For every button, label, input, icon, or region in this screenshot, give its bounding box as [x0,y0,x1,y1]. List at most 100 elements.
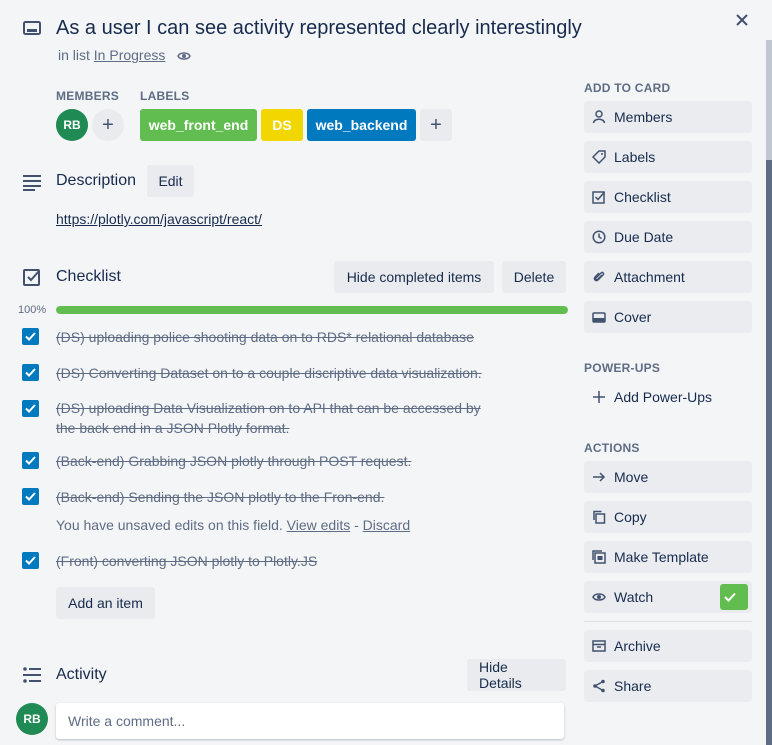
list-info: in list In Progress [58,47,192,63]
add-member-button[interactable]: + [92,109,124,141]
attachment-button[interactable]: Attachment [584,261,752,293]
due-date-button[interactable]: Due Date [584,221,752,253]
archive-icon [592,640,606,652]
activity-icon [23,667,41,683]
copy-button[interactable]: Copy [584,501,752,533]
checkbox[interactable] [22,400,39,417]
edit-description-button[interactable]: Edit [147,165,194,197]
actions-heading: ACTIONS [584,441,640,455]
add-power-ups-label: Add Power-Ups [614,389,713,405]
move-button[interactable]: Move [584,461,752,493]
label-web-front-end[interactable]: web_front_end [140,109,257,141]
clock-icon [592,230,606,244]
plus-icon: + [430,113,442,136]
tag-icon [592,150,606,164]
make-template-button[interactable]: Make Template [584,541,752,573]
discard-link[interactable]: Discard [363,517,410,533]
checkbox-icon [592,191,606,204]
share-button-label: Share [614,678,652,694]
share-button[interactable]: Share [584,670,752,702]
checkbox[interactable] [22,488,39,505]
checklist-item-text: (DS) uploading police shooting data on t… [56,329,474,345]
arrow-right-icon [593,472,606,482]
archive-button[interactable]: Archive [584,630,752,662]
delete-checklist-button[interactable]: Delete [502,261,566,293]
view-edits-link[interactable]: View edits [287,517,351,533]
progress-bar [56,306,568,314]
checklist-item[interactable]: (DS) Converting Dataset on to a couple d… [56,363,482,383]
in-list-prefix: in list [58,47,90,63]
checklist-icon [23,269,40,286]
comment-input[interactable]: Write a comment... [56,703,564,739]
list-link[interactable]: In Progress [94,47,166,63]
hide-completed-button[interactable]: Hide completed items [334,261,494,293]
attachment-button-label: Attachment [614,269,685,285]
description-link[interactable]: https://plotly.com/javascript/react/ [56,211,262,227]
hide-details-button[interactable]: Hide Details [467,659,566,691]
checkbox[interactable] [22,552,39,569]
checkbox[interactable] [22,364,39,381]
checklist-item-text: (Front) converting JSON plotly to Plotly… [56,553,318,569]
sidebar-divider [584,621,752,622]
member-avatar[interactable]: RB [56,109,88,141]
cover-button[interactable]: Cover [584,301,752,333]
progress-fill [56,306,568,314]
separator: - [354,517,359,533]
activity-heading: Activity [56,666,107,683]
add-label-button[interactable]: + [420,109,452,141]
label-ds[interactable]: DS [261,109,303,141]
labels-heading: LABELS [140,89,190,103]
close-icon[interactable] [735,11,753,29]
paperclip-icon [593,271,605,282]
description-heading: Description [56,172,137,189]
plus-icon [593,391,605,403]
move-button-label: Move [614,469,649,485]
members-button[interactable]: Members [584,101,752,133]
checklist-button[interactable]: Checklist [584,181,752,213]
watching-check-icon [720,584,748,610]
check-icon [25,332,36,341]
cover-button-label: Cover [614,309,652,325]
eye-icon [592,593,606,601]
check-icon [25,404,36,413]
power-ups-heading: POWER-UPS [584,361,661,375]
card-title[interactable]: As a user I can see activity represented… [56,17,582,40]
checklist-button-label: Checklist [614,189,671,205]
watch-button[interactable]: Watch [584,581,752,613]
share-icon [593,679,605,693]
make-template-button-label: Make Template [614,549,709,565]
check-icon [25,456,36,465]
add-item-button[interactable]: Add an item [56,587,155,619]
due-date-button-label: Due Date [614,229,674,245]
checklist-item[interactable]: (Front) converting JSON plotly to Plotly… [56,551,317,571]
members-button-label: Members [614,109,673,125]
check-icon [25,368,36,377]
card-icon [23,21,41,35]
checklist-item-text: (Back-end) Grabbing JSON plotly through … [56,453,412,469]
checklist-item-text: (DS) uploading Data Visualization on to … [56,400,481,416]
checklist-heading: Checklist [56,268,121,285]
checkbox[interactable] [22,452,39,469]
cover-icon [592,312,606,323]
label-web-backend[interactable]: web_backend [307,109,416,141]
scrollbar-track [766,40,772,160]
unsaved-notice: You have unsaved edits on this field. Vi… [56,517,410,533]
eye-icon [177,52,192,60]
checklist-item[interactable]: (Back-end) Grabbing JSON plotly through … [56,451,411,471]
checklist-item[interactable]: (DS) uploading Data Visualization on to … [56,398,481,438]
members-heading: MEMBERS [56,89,120,103]
checkbox[interactable] [22,328,39,345]
progress-percent: 100% [18,304,47,316]
checklist-item[interactable]: (Back-end) Sending the JSON plotly to th… [56,487,384,507]
description-icon [23,175,41,191]
scrollbar-thumb[interactable] [766,160,772,745]
plus-icon: + [102,113,114,136]
labels-button[interactable]: Labels [584,141,752,173]
unsaved-text: You have unsaved edits on this field. [56,517,283,533]
add-power-ups-button[interactable]: Add Power-Ups [584,381,752,413]
copy-icon [593,510,606,524]
checklist-item-text-cont: the back end in a JSON Plotly format. [56,420,290,436]
template-icon [592,550,606,564]
checklist-item-text: (Back-end) Sending the JSON plotly to th… [56,489,385,505]
checklist-item[interactable]: (DS) uploading police shooting data on t… [56,327,474,347]
